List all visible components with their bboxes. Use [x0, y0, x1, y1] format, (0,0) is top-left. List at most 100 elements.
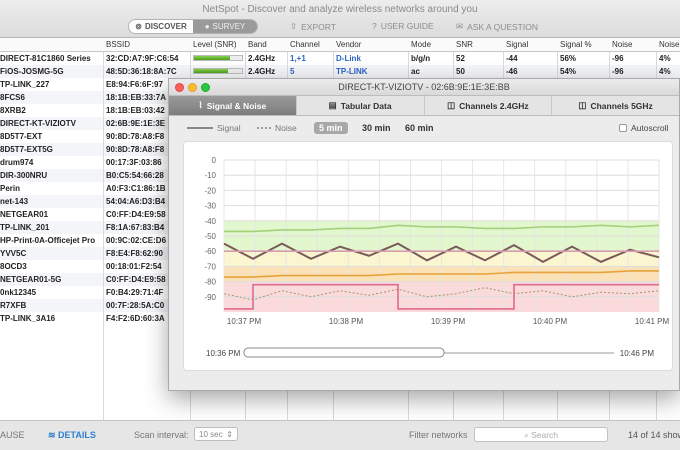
- scan-interval-label: Scan interval:: [134, 430, 189, 440]
- cell-ssid: YVV5C: [0, 248, 27, 258]
- close-window-button[interactable]: [175, 83, 184, 92]
- user-guide-label: USER GUIDE: [380, 21, 434, 31]
- cell-ssid: drum974: [0, 157, 34, 167]
- y-tick-label: -60: [204, 247, 216, 256]
- autoscroll-label: Autoscroll: [631, 123, 669, 133]
- cell-bssid: 32:CD:A7:9F:C6:54: [106, 53, 179, 63]
- column-divider: [103, 52, 104, 420]
- window-toolbar: NetSpot - Discover and analyze wireless …: [0, 0, 680, 38]
- column-snr[interactable]: SNR: [456, 40, 473, 49]
- details-button[interactable]: ≋ DETAILS: [48, 430, 96, 441]
- autoscroll-checkbox[interactable]: Autoscroll: [619, 123, 668, 133]
- column-level[interactable]: Level (SNR): [193, 40, 237, 49]
- cell-bssid: 48:5D:36:18:8A:7C: [106, 66, 177, 76]
- cell-ssid: 0nk12345: [0, 287, 37, 297]
- export-icon: ⇪: [290, 21, 298, 31]
- cell-ssid: 8OCD3: [0, 261, 27, 271]
- ask-question-button[interactable]: ✉ ASK A QUESTION: [456, 21, 538, 32]
- detail-window: DIRECT-KT-VIZIOTV - 02:6B:9E:1E:3E:BB ⌇ …: [168, 78, 680, 391]
- time-60min-button[interactable]: 60 min: [400, 122, 439, 134]
- scan-interval-value: 10 sec: [199, 430, 223, 439]
- export-label: EXPORT: [301, 21, 336, 32]
- cell-ssid: 8D5T7-EXT: [0, 131, 43, 141]
- time-5min-button[interactable]: 5 min: [314, 122, 348, 134]
- tab-tabular-data[interactable]: ▤ Tabular Data: [297, 96, 425, 115]
- table-row[interactable]: FiOS-JOSMG-5G 48:5D:36:18:8A:7C 2.4GHz 5 TP-…: [0, 65, 680, 78]
- noise-line-swatch: [257, 127, 271, 129]
- cell-mode: ac: [411, 66, 420, 76]
- user-guide-button[interactable]: ? USER GUIDE: [372, 21, 434, 31]
- discover-button[interactable]: ⊚ DISCOVER: [129, 20, 193, 33]
- cell-noise-pct: 4%: [659, 53, 671, 63]
- ask-question-label: ASK A QUESTION: [467, 21, 538, 32]
- pin-icon: ●: [204, 22, 210, 31]
- column-mode[interactable]: Mode: [411, 40, 431, 49]
- cell-ssid: TP-LINK_201: [0, 222, 50, 232]
- minimize-window-button[interactable]: [188, 83, 197, 92]
- column-band[interactable]: Band: [248, 40, 267, 49]
- signal-level-bar: [193, 68, 243, 74]
- range-handle[interactable]: [243, 347, 445, 358]
- search-input[interactable]: ⌕ Search: [474, 427, 608, 442]
- y-tick-label: -80: [204, 278, 216, 287]
- cell-noise: -96: [612, 53, 624, 63]
- cell-band: 2.4GHz: [248, 53, 276, 63]
- time-30min-button[interactable]: 30 min: [357, 122, 396, 134]
- survey-button[interactable]: ● SURVEY: [193, 20, 257, 33]
- legend-noise: Noise: [257, 123, 297, 133]
- cell-signal-pct: 54%: [560, 66, 577, 76]
- table-row[interactable]: DIRECT-81C1860 Series 32:CD:A7:9F:C6:54 2.…: [0, 52, 680, 65]
- chart-line-icon: ⌇: [198, 100, 203, 110]
- column-signal-pct[interactable]: Signal %: [560, 40, 592, 49]
- wifi-icon: ≋: [48, 430, 59, 440]
- column-noise[interactable]: Noise: [612, 40, 632, 49]
- cell-ssid: DIR-300NRU: [0, 170, 48, 180]
- column-noise-pct[interactable]: Noise: [659, 40, 679, 49]
- tab-label: Signal & Noise: [206, 100, 267, 111]
- cell-mode: b/g/n: [411, 53, 431, 63]
- pause-button[interactable]: AUSE: [0, 430, 25, 440]
- table-icon: ▤: [328, 100, 337, 110]
- app-title: NetSpot - Discover and analyze wireless …: [202, 4, 478, 15]
- cell-noise: -96: [612, 66, 624, 76]
- column-bssid[interactable]: BSSID: [106, 40, 130, 49]
- y-tick-label: -40: [204, 217, 216, 226]
- column-vendor[interactable]: Vendor: [336, 40, 361, 49]
- tab-label: Channels 2.4GHz: [459, 100, 529, 111]
- cell-ssid: Perin: [0, 183, 21, 193]
- cell-ssid: TP-LINK_3A16: [0, 313, 56, 323]
- cell-ssid: R7XFB: [0, 300, 27, 310]
- cell-vendor: D-Link: [336, 53, 361, 63]
- tab-signal-noise[interactable]: ⌇ Signal & Noise: [169, 96, 297, 115]
- cell-noise-pct: 4%: [659, 66, 671, 76]
- cell-band: 2.4GHz: [248, 66, 276, 76]
- legend-noise-label: Noise: [275, 123, 297, 133]
- tab-channels-5[interactable]: ◫ Channels 5GHz: [552, 96, 679, 115]
- y-tick-label: -10: [204, 171, 216, 180]
- mode-switch[interactable]: ⊚ DISCOVER ● SURVEY: [128, 19, 258, 34]
- search-placeholder: Search: [531, 430, 559, 440]
- y-tick-label: -50: [204, 232, 216, 241]
- cell-snr: 50: [456, 66, 465, 76]
- export-button[interactable]: ⇪ EXPORT: [290, 21, 336, 32]
- cell-vendor: TP-LINK: [336, 66, 368, 76]
- chart-svg: 0 -10 -20 -30 -40 -50 -60 -70 -80 -90 10:37 PM 10:3…: [204, 156, 670, 358]
- table-header: BSSID Level (SNR) Band Channel Vendor Mo…: [0, 38, 680, 52]
- tab-channels-24[interactable]: ◫ Channels 2.4GHz: [425, 96, 553, 115]
- scan-interval-select[interactable]: 10 sec ⇕: [194, 427, 238, 441]
- range-start-label: 10:36 PM: [206, 349, 241, 358]
- detail-title-text: DIRECT-KT-VIZIOTV - 02:6B:9E:1E:3E:BB: [338, 82, 510, 92]
- survey-label: SURVEY: [212, 22, 246, 31]
- y-tick-label: -30: [204, 202, 216, 211]
- checkbox-box[interactable]: [619, 124, 627, 132]
- y-tick-label: -20: [204, 186, 216, 195]
- cell-ssid: DIRECT-81C1860 Series: [0, 53, 91, 63]
- zoom-window-button[interactable]: [201, 83, 210, 92]
- column-signal[interactable]: Signal: [506, 40, 528, 49]
- x-tick-label: 10:41 PM: [635, 317, 670, 326]
- discover-icon: ⊚: [135, 22, 142, 31]
- legend-signal-label: Signal: [217, 123, 241, 133]
- chat-icon: ✉: [456, 21, 464, 31]
- y-tick-label: -70: [204, 262, 216, 271]
- column-channel[interactable]: Channel: [290, 40, 320, 49]
